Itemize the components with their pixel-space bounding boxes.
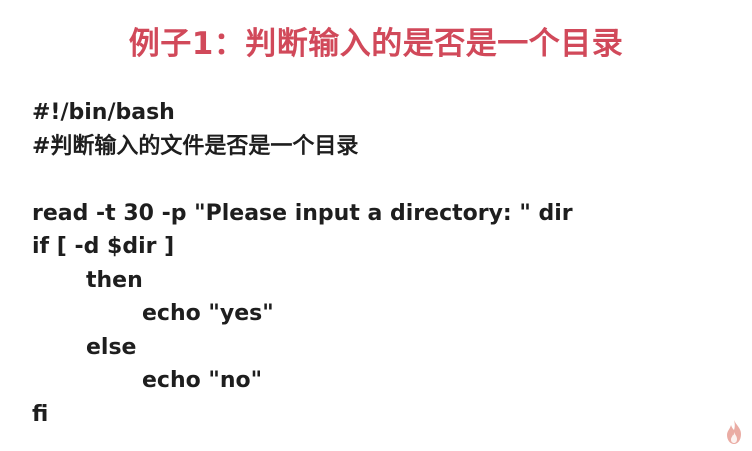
flame-logo-icon — [727, 420, 741, 444]
code-line-echo-no: echo "no" — [142, 368, 263, 393]
code-line-read: read -t 30 -p "Please input a directory:… — [32, 200, 573, 226]
code-line-echo-yes: echo "yes" — [142, 301, 274, 326]
slide-title: 例子1：判断输入的是否是一个目录 — [128, 26, 624, 62]
code-line-if: if [ -d $dir ] — [32, 234, 175, 259]
slide: 例子1：判断输入的是否是一个目录 #!/bin/bash #判断输入的文件是否是… — [0, 0, 752, 451]
code-line-fi: fi — [32, 401, 49, 427]
code-line-comment: #判断输入的文件是否是一个目录 — [32, 133, 359, 159]
code-line-shebang: #!/bin/bash — [32, 100, 175, 125]
code-block: #!/bin/bash #判断输入的文件是否是一个目录 read -t 30 -… — [32, 96, 722, 431]
code-line-then: then — [86, 267, 143, 293]
code-line-else: else — [86, 334, 137, 360]
